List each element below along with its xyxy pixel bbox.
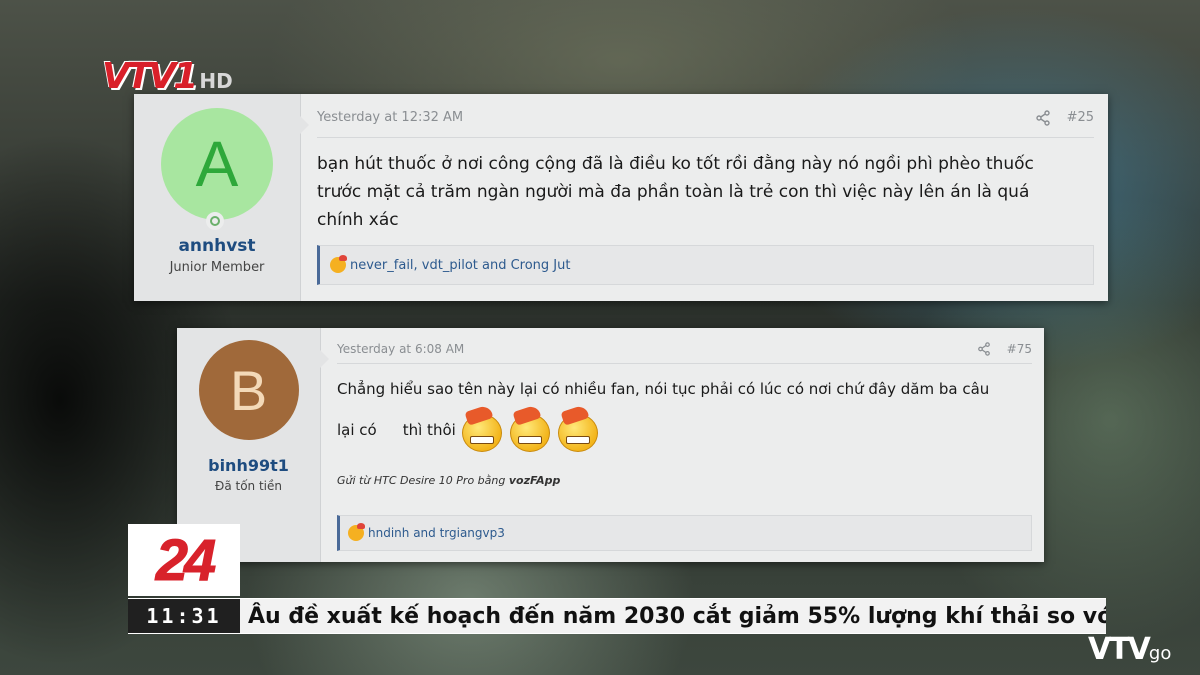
watermark-text: VTV (1088, 632, 1151, 667)
post-body-line1: Chẳng hiểu sao tên này lại có nhiều fan,… (337, 380, 990, 398)
emoticon-icon (506, 404, 552, 452)
forum-post-25: A annhvst Junior Member Yesterday at 12:… (134, 94, 1108, 301)
post-body: bạn hút thuốc ở nơi công cộng đã là điều… (317, 154, 1034, 230)
post-body-text-a: lại có (337, 421, 377, 439)
post-body-line2: lại có thì thôi (337, 404, 1032, 452)
vtv1-logo-mark: VTV1 (102, 55, 198, 97)
vtvgo-watermark: VTVgo (1088, 632, 1171, 667)
share-icon[interactable] (1035, 109, 1051, 126)
vtv1-channel-logo: VTV1 HD (102, 55, 233, 97)
love-reaction-icon (330, 255, 347, 273)
post-meta: Yesterday at 6:08 AM #75 (337, 328, 1032, 364)
user-title: Đã tốn tiền (215, 479, 282, 493)
forum-post-75: B binh99t1 Đã tốn tiền Yesterday at 6:08… (177, 328, 1044, 562)
post-content: Yesterday at 6:08 AM #75 Chẳng hiểu sao … (321, 328, 1044, 562)
post-content: Yesterday at 12:32 AM #25 bạn hút thuốc … (301, 94, 1108, 301)
ticker-headline: Âu đề xuất kế hoạch đến năm 2030 cắt giả… (248, 603, 1106, 629)
signature-app-link[interactable]: vozFApp (509, 474, 561, 487)
avatar[interactable]: B (198, 340, 299, 440)
avatar-letter: B (229, 358, 268, 422)
broadcast-clock: 11:31 (128, 599, 240, 633)
username[interactable]: annhvst (178, 236, 255, 256)
reactions-users[interactable]: never_fail, vdt_pilot and Crong Jut (350, 258, 570, 273)
emoticon-icon (554, 404, 600, 452)
user-title: Junior Member (169, 260, 265, 275)
signature-prefix: Gửi từ HTC Desire 10 Pro bằng (337, 474, 509, 487)
post-signature: Gửi từ HTC Desire 10 Pro bằng vozFApp (337, 474, 1032, 487)
love-reaction-icon (348, 523, 365, 541)
program-badge-text: 24 (155, 527, 216, 593)
post-timestamp[interactable]: Yesterday at 6:08 AM (337, 342, 464, 356)
watermark-suffix: go (1148, 643, 1172, 664)
username[interactable]: binh99t1 (208, 456, 289, 475)
avatar-letter: A (195, 128, 239, 200)
hd-label: HD (199, 69, 233, 93)
news-ticker: 11:31 Âu đề xuất kế hoạch đến năm 2030 c… (128, 598, 1106, 634)
program-24h-badge: 24 (128, 524, 240, 596)
post-meta: Yesterday at 12:32 AM #25 (317, 94, 1094, 138)
post-number-link[interactable]: #75 (1007, 342, 1032, 356)
post-number-link[interactable]: #25 (1067, 110, 1094, 125)
reactions-bar[interactable]: never_fail, vdt_pilot and Crong Jut (317, 245, 1094, 285)
share-icon[interactable] (977, 341, 991, 356)
avatar[interactable]: A (161, 108, 273, 230)
reactions-users[interactable]: hndinh and trgiangvp3 (368, 526, 505, 540)
post-timestamp[interactable]: Yesterday at 12:32 AM (317, 110, 463, 125)
reactions-bar[interactable]: hndinh and trgiangvp3 (337, 515, 1032, 551)
post-body: Chẳng hiểu sao tên này lại có nhiều fan,… (337, 378, 1032, 487)
post-user-panel: A annhvst Junior Member (134, 94, 309, 301)
emoticon-icon (458, 404, 504, 452)
online-status-icon (206, 212, 224, 230)
post-body-text-b: thì thôi (402, 421, 456, 439)
